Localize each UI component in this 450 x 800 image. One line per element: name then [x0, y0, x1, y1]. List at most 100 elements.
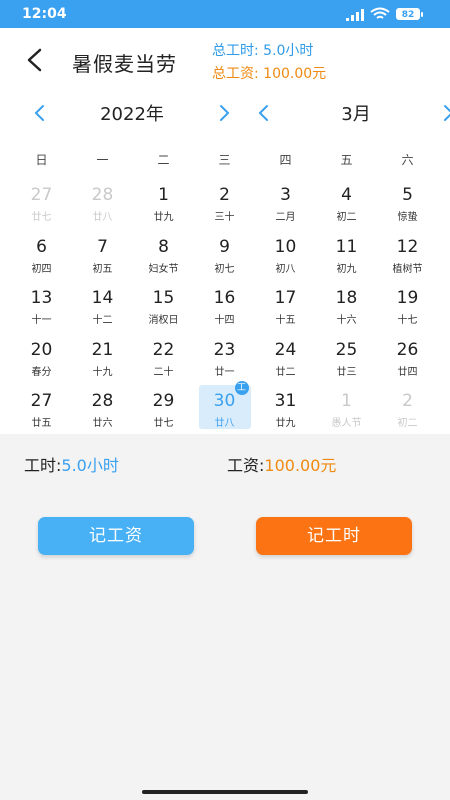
calendar-week-row: 13 十一 14 十二 15 消权日 16 十四 17 十五 18 十六 19 十七	[11, 282, 438, 334]
lunar-date: 初四	[31, 263, 52, 275]
calendar-day[interactable]: 25 廿三	[316, 334, 377, 386]
lunar-date: 二十	[153, 366, 174, 378]
calendar-day[interactable]: 18 十六	[316, 282, 377, 334]
lunar-date: 消权日	[148, 315, 179, 326]
calendar-day[interactable]: 23 廿一	[194, 334, 255, 386]
wage-summary: 工资:100.00元	[227, 452, 336, 476]
day-number: 2	[219, 185, 230, 205]
lunar-date: 廿九	[275, 418, 296, 429]
day-number: 15	[152, 288, 175, 308]
prev-month-chevron-icon[interactable]	[256, 104, 272, 122]
calendar-day[interactable]: 31 廿九	[255, 385, 316, 437]
day-number: 16	[213, 288, 236, 308]
lunar-date: 初八	[275, 263, 296, 275]
year-label: 2022年	[100, 104, 164, 125]
weekday-header: 日 一 二 三 四 五 六	[11, 151, 438, 168]
calendar-day[interactable]: 13 十一	[11, 282, 72, 334]
next-month-chevron-icon[interactable]	[440, 104, 450, 122]
calendar-day[interactable]: 9 初七	[194, 231, 255, 283]
calendar-day[interactable]: 8 妇女节	[133, 231, 194, 283]
calendar-day[interactable]: 27 廿七	[11, 179, 72, 231]
lunar-date: 廿四	[397, 366, 418, 378]
day-number: 11	[335, 236, 358, 257]
weekday-label: 日	[35, 153, 48, 167]
day-cell-inner: 14 十二	[77, 282, 129, 326]
day-cell-inner: 27 廿七	[16, 179, 68, 223]
day-number: 19	[396, 288, 419, 308]
calendar-day[interactable]: 3 二月	[255, 179, 316, 231]
lunar-date: 廿九	[153, 212, 174, 223]
lunar-date: 十五	[275, 315, 296, 326]
calendar-day[interactable]: 5 惊蛰	[377, 179, 438, 231]
calendar-day[interactable]: 11 初九	[316, 231, 377, 283]
day-cell-inner: 16 十四	[199, 282, 251, 326]
day-cell-inner: 8 妇女节	[138, 231, 190, 275]
month-navigator: 3月	[256, 100, 450, 126]
calendar-day[interactable]: 16 十四	[194, 282, 255, 334]
calendar-day[interactable]: 10 初八	[255, 231, 316, 283]
calendar-day[interactable]: 15 消权日	[133, 282, 194, 334]
day-cell-inner: 18 十六	[321, 282, 373, 326]
day-number: 31	[274, 391, 297, 411]
calendar-day[interactable]: 28 廿六	[72, 385, 133, 437]
calendar-day[interactable]: 24 廿二	[255, 334, 316, 386]
calendar-day[interactable]: 4 初二	[316, 179, 377, 231]
calendar-day[interactable]: 29 廿七	[133, 385, 194, 437]
day-cell-inner: 29 廿七	[138, 385, 190, 429]
hours-summary: 工时:5.0小时	[24, 452, 119, 476]
calendar-day[interactable]: 27 廿五	[11, 385, 72, 437]
day-number: 7	[97, 236, 108, 257]
calendar-day-selected[interactable]: 30 廿八工	[194, 381, 255, 437]
record-hours-button[interactable]: 记工时	[256, 517, 412, 555]
day-cell-inner: 23 廿一	[199, 334, 251, 378]
day-cell-inner: 1 廿九	[138, 179, 190, 223]
status-bar: 12:04 82	[0, 0, 450, 28]
day-number: 26	[396, 339, 419, 360]
calendar-day[interactable]: 17 十五	[255, 282, 316, 334]
calendar-day[interactable]: 22 二十	[133, 334, 194, 386]
day-cell-inner: 30 廿八工	[198, 381, 251, 429]
day-cell-inner: 3 二月	[260, 179, 312, 223]
prev-year-chevron-icon[interactable]	[32, 104, 48, 122]
status-time: 12:04	[22, 6, 67, 22]
wifi-icon	[370, 7, 390, 19]
lunar-date: 惊蛰	[397, 212, 418, 223]
day-cell-inner: 7 初五	[77, 231, 129, 275]
calendar-day[interactable]: 19 十七	[377, 282, 438, 334]
weekday-label: 三	[218, 153, 231, 167]
lunar-date: 三十	[214, 212, 235, 223]
calendar-day[interactable]: 12 植树节	[377, 231, 438, 283]
day-cell-inner: 2 初二	[382, 385, 434, 429]
weekday-label: 四	[279, 153, 292, 167]
year-navigator: 2022年	[32, 100, 232, 126]
day-cell-inner: 15 消权日	[138, 282, 190, 326]
day-cell-inner: 6 初四	[16, 231, 68, 275]
day-cell-inner: 9 初七	[199, 231, 251, 275]
calendar-day[interactable]: 6 初四	[11, 231, 72, 283]
calendar-day[interactable]: 28 廿八	[72, 179, 133, 231]
calendar-day[interactable]: 1 愚人节	[316, 385, 377, 437]
lunar-date: 春分	[31, 366, 52, 378]
calendar-day[interactable]: 2 初二	[377, 385, 438, 437]
day-cell-inner: 2 三十	[199, 179, 251, 223]
back-arrow-icon[interactable]	[22, 46, 48, 74]
day-number: 27	[30, 185, 53, 205]
day-number: 8	[158, 236, 169, 257]
calendar-week-row: 20 春分 21 十九 22 二十 23 廿一 24 廿二 25 廿三 26 廿四	[11, 334, 438, 386]
home-indicator[interactable]	[142, 790, 308, 794]
lunar-date: 廿七	[31, 212, 52, 223]
lunar-date: 初九	[336, 263, 357, 275]
calendar-day[interactable]: 21 十九	[72, 334, 133, 386]
calendar-day[interactable]: 20 春分	[11, 334, 72, 386]
record-wage-button[interactable]: 记工资	[38, 517, 194, 555]
calendar-day[interactable]: 7 初五	[72, 231, 133, 283]
day-number: 3	[280, 185, 291, 205]
lunar-date: 二月	[275, 212, 296, 223]
next-year-chevron-icon[interactable]	[216, 104, 232, 122]
calendar-day[interactable]: 14 十二	[72, 282, 133, 334]
weekday-label: 六	[401, 153, 414, 167]
calendar-day[interactable]: 26 廿四	[377, 334, 438, 386]
calendar-day[interactable]: 2 三十	[194, 179, 255, 231]
day-number: 29	[152, 391, 175, 411]
calendar-day[interactable]: 1 廿九	[133, 179, 194, 231]
